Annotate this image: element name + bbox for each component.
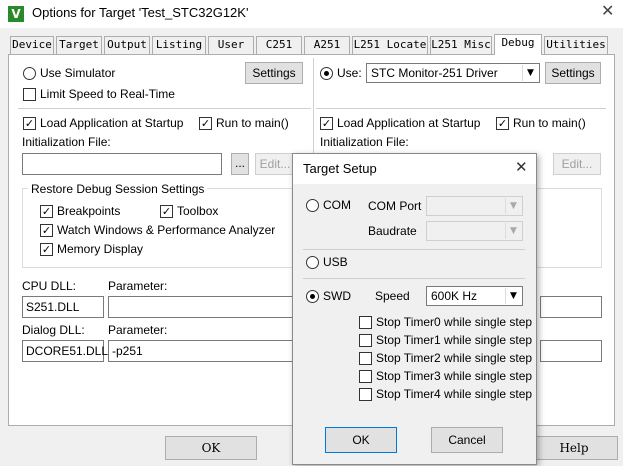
- breakpoints-label: Breakpoints: [57, 204, 121, 218]
- tab-target[interactable]: Target: [56, 36, 102, 54]
- cpu-dll-input[interactable]: S251.DLL: [22, 296, 104, 318]
- stop-timer3-checkbox[interactable]: [359, 370, 372, 383]
- tab-l251-locate[interactable]: L251 Locate: [352, 36, 428, 54]
- stop-timer2-label: Stop Timer2 while single step: [376, 351, 533, 365]
- limit-speed-checkbox[interactable]: [23, 88, 36, 101]
- right-load-app-checkbox[interactable]: ✓: [320, 117, 333, 130]
- stop-timer1-checkbox[interactable]: [359, 334, 372, 347]
- breakpoints-checkbox[interactable]: ✓: [40, 205, 53, 218]
- driver-select[interactable]: STC Monitor-251 Driver ▼: [366, 63, 540, 83]
- tab-output[interactable]: Output: [104, 36, 150, 54]
- help-button[interactable]: Help: [530, 436, 618, 460]
- left-load-app-label: Load Application at Startup: [40, 116, 184, 130]
- tab-a251[interactable]: A251: [304, 36, 350, 54]
- title-bar: V Options for Target 'Test_STC32G12K' ✕: [0, 0, 623, 28]
- ok-button[interactable]: OK: [165, 436, 257, 460]
- simulator-settings-button[interactable]: Settings: [245, 62, 303, 84]
- stop-timer1-label: Stop Timer1 while single step: [376, 333, 533, 347]
- cpu-param-input[interactable]: [108, 296, 294, 318]
- tab-user[interactable]: User: [208, 36, 254, 54]
- dialog-close-icon[interactable]: ✕: [515, 160, 528, 175]
- memory-display-label: Memory Display: [57, 242, 144, 256]
- right-run-to-main-label: Run to main(): [513, 116, 586, 130]
- usb-label: USB: [323, 255, 348, 269]
- right-init-file-label: Initialization File:: [320, 135, 409, 149]
- chevron-down-icon: ▼: [522, 65, 538, 81]
- right-dialog-param-input[interactable]: [540, 340, 602, 362]
- watch-windows-label: Watch Windows & Performance Analyzer: [57, 223, 276, 237]
- left-separator: [18, 108, 311, 109]
- right-separator: [316, 108, 606, 109]
- swd-label: SWD: [323, 289, 351, 303]
- right-restore-group: [532, 188, 602, 268]
- restore-session-title: Restore Debug Session Settings: [28, 182, 208, 196]
- use-label: Use:: [337, 66, 362, 80]
- stop-timer4-label: Stop Timer4 while single step: [376, 387, 533, 401]
- tab-l251-misc[interactable]: L251 Misc: [430, 36, 492, 54]
- tab-listing[interactable]: Listing: [152, 36, 206, 54]
- baudrate-label: Baudrate: [368, 224, 417, 238]
- limit-speed-label: Limit Speed to Real-Time: [40, 87, 175, 101]
- toolbox-checkbox[interactable]: ✓: [160, 205, 173, 218]
- right-load-app-label: Load Application at Startup: [337, 116, 481, 130]
- toolbox-label: Toolbox: [177, 204, 219, 218]
- com-port-label: COM Port: [368, 199, 422, 213]
- dialog-title-bar: Target Setup ✕: [293, 154, 536, 184]
- chevron-down-icon: ▼: [505, 288, 521, 304]
- left-run-to-main-label: Run to main(): [216, 116, 289, 130]
- right-run-to-main-checkbox[interactable]: ✓: [496, 117, 509, 130]
- stop-timer4-checkbox[interactable]: [359, 388, 372, 401]
- dialog-title: Target Setup: [303, 161, 377, 176]
- memory-display-checkbox[interactable]: ✓: [40, 243, 53, 256]
- watch-windows-checkbox[interactable]: ✓: [40, 224, 53, 237]
- tab-utilities[interactable]: Utilities: [544, 36, 608, 54]
- app-icon: V: [8, 6, 24, 22]
- speed-select[interactable]: 600K Hz ▼: [426, 286, 523, 306]
- use-simulator-label: Use Simulator: [40, 66, 116, 80]
- cpu-param-label: Parameter:: [108, 279, 168, 293]
- dialog-param-label: Parameter:: [108, 323, 168, 337]
- stop-timer2-checkbox[interactable]: [359, 352, 372, 365]
- chevron-down-icon: ▼: [505, 223, 521, 239]
- tab-device[interactable]: Device: [10, 36, 54, 54]
- left-init-file-label: Initialization File:: [22, 135, 111, 149]
- target-setup-dialog: Target Setup ✕ COM COM Port ▼ Baudrate ▼…: [292, 153, 537, 465]
- baudrate-select[interactable]: ▼: [426, 221, 523, 241]
- com-port-select[interactable]: ▼: [426, 196, 523, 216]
- left-browse-button[interactable]: ...: [231, 153, 249, 175]
- dialog-ok-button[interactable]: OK: [325, 427, 397, 453]
- swd-radio[interactable]: [306, 290, 319, 303]
- stop-timer3-label: Stop Timer3 while single step: [376, 369, 533, 383]
- com-radio[interactable]: [306, 199, 319, 212]
- right-edit-button[interactable]: Edit...: [553, 153, 601, 175]
- window-close-icon[interactable]: ✕: [601, 3, 614, 19]
- window-title: Options for Target 'Test_STC32G12K': [32, 5, 249, 20]
- dialog-dll-input[interactable]: DCORE51.DLL: [22, 340, 108, 362]
- com-label: COM: [323, 198, 351, 212]
- cpu-dll-label: CPU DLL:: [22, 279, 77, 293]
- stop-timer0-label: Stop Timer0 while single step: [376, 315, 533, 329]
- dialog-param-input[interactable]: -p251: [108, 340, 294, 362]
- tab-c251[interactable]: C251: [256, 36, 302, 54]
- dialog-separator-2: [303, 278, 525, 279]
- use-simulator-radio[interactable]: [23, 67, 36, 80]
- tab-debug[interactable]: Debug: [494, 34, 542, 55]
- right-cpu-param-input[interactable]: [540, 296, 602, 318]
- driver-select-value: STC Monitor-251 Driver: [371, 66, 498, 80]
- left-run-to-main-checkbox[interactable]: ✓: [199, 117, 212, 130]
- dialog-cancel-button[interactable]: Cancel: [431, 427, 503, 453]
- speed-select-value: 600K Hz: [431, 289, 478, 303]
- speed-label: Speed: [375, 289, 410, 303]
- usb-radio[interactable]: [306, 256, 319, 269]
- driver-settings-button[interactable]: Settings: [545, 62, 601, 84]
- dialog-dll-label: Dialog DLL:: [22, 323, 85, 337]
- left-edit-button[interactable]: Edit...: [255, 153, 295, 175]
- chevron-down-icon: ▼: [505, 198, 521, 214]
- use-target-radio[interactable]: [320, 67, 333, 80]
- left-load-app-checkbox[interactable]: ✓: [23, 117, 36, 130]
- left-init-file-input[interactable]: [22, 153, 222, 175]
- dialog-separator-1: [303, 249, 525, 250]
- stop-timer0-checkbox[interactable]: [359, 316, 372, 329]
